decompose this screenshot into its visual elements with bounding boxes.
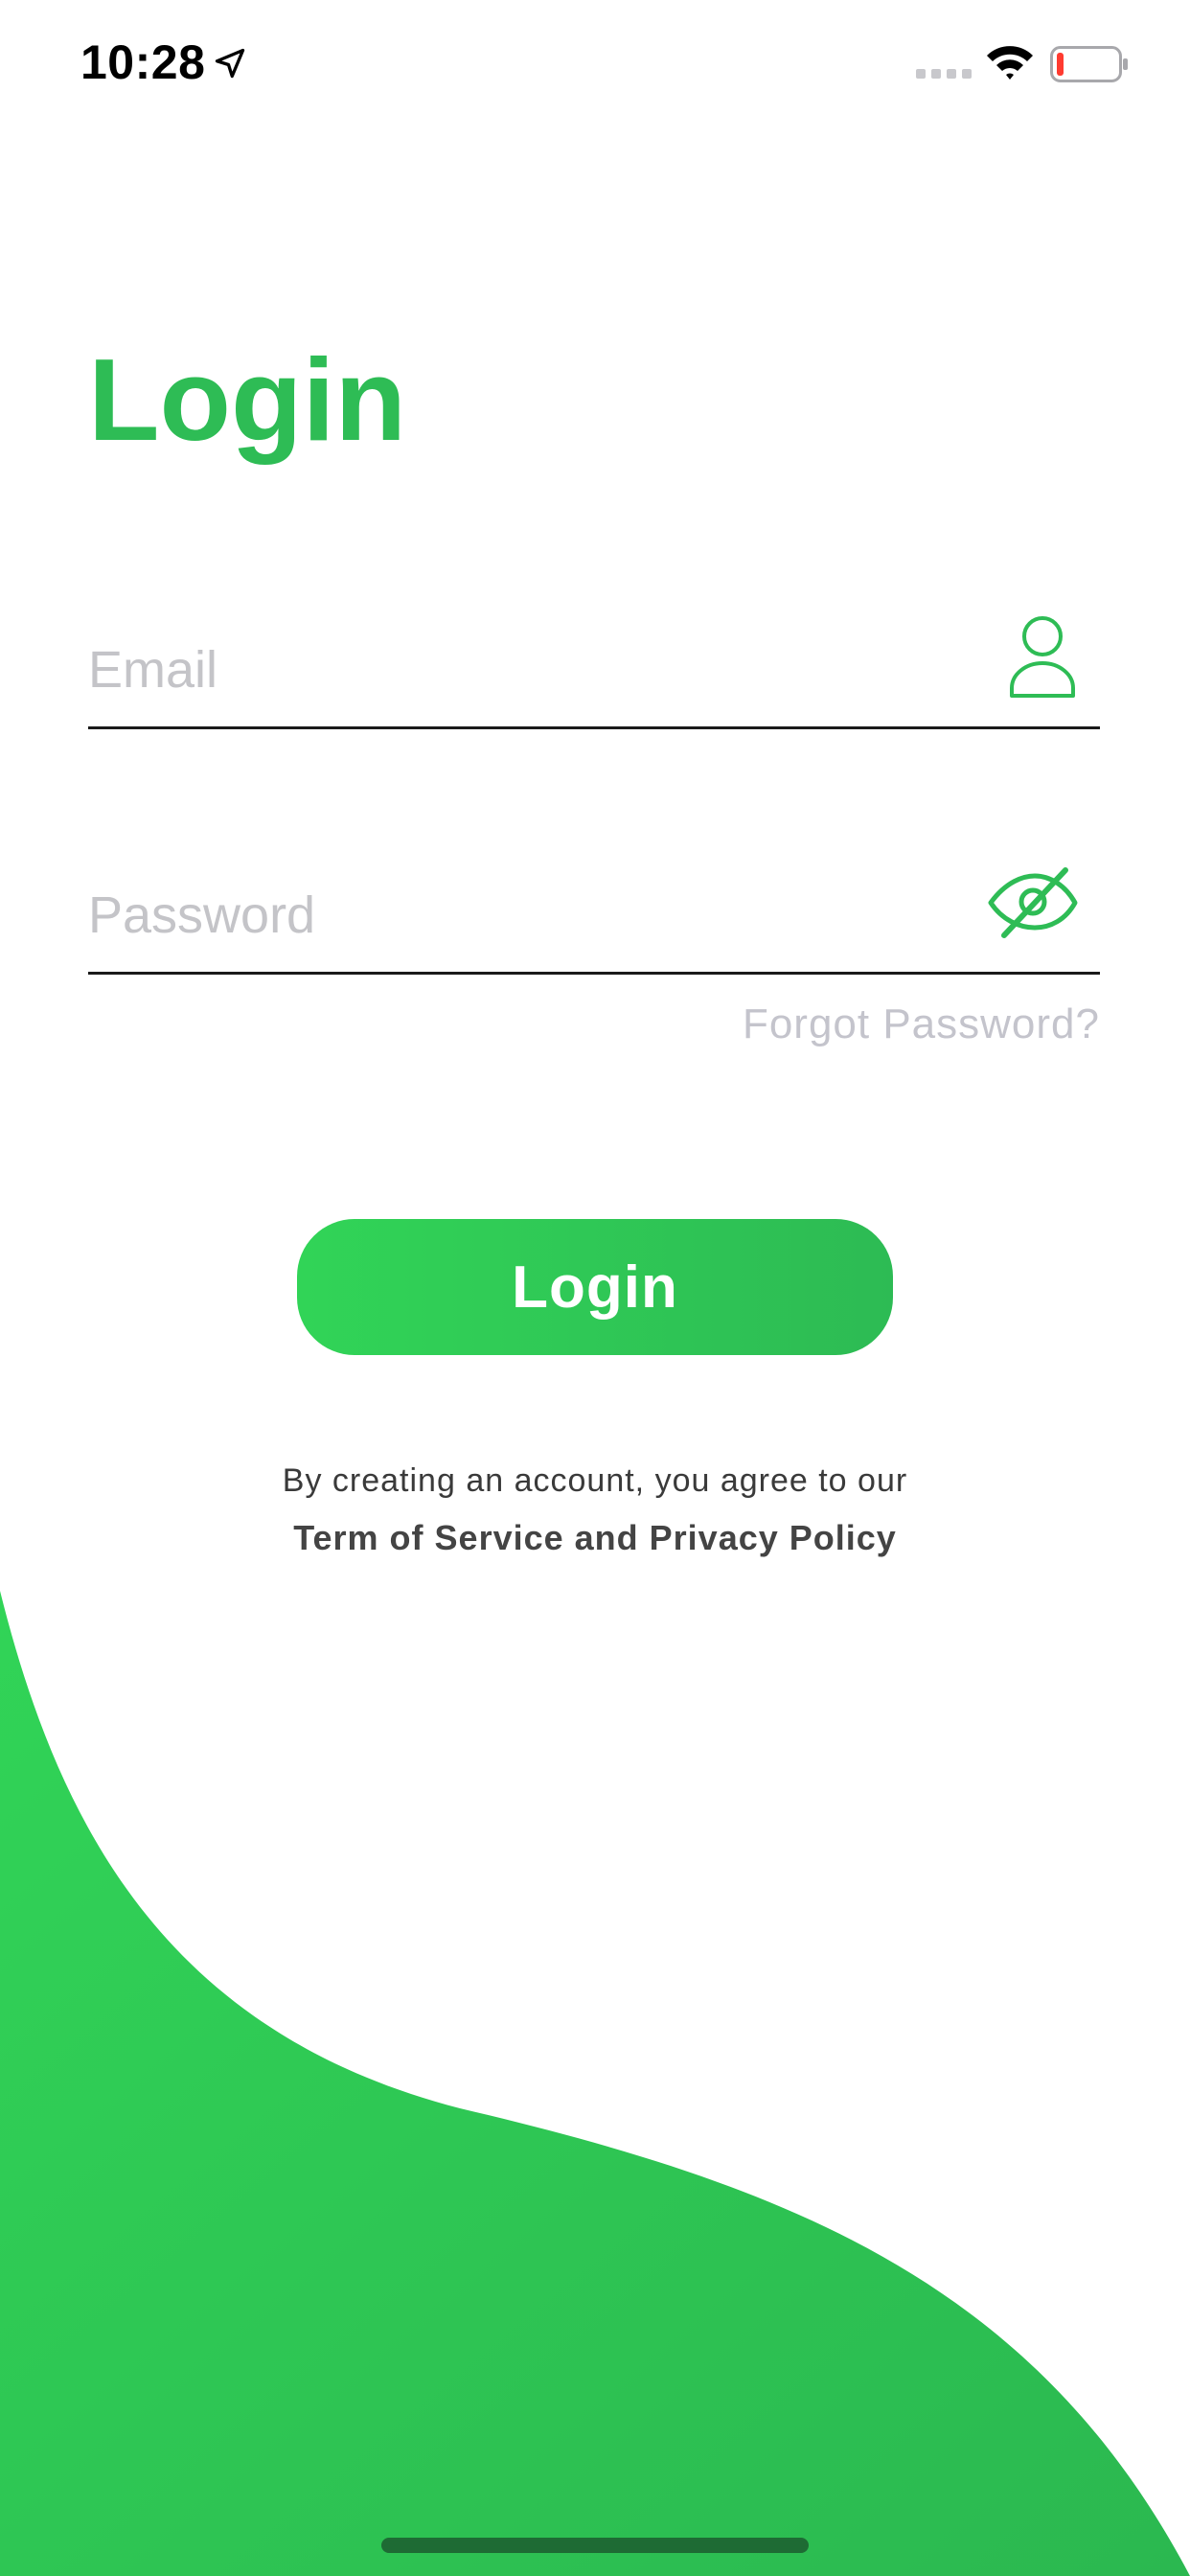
login-button[interactable]: Login [297,1219,893,1355]
home-indicator[interactable] [381,2538,809,2553]
email-field-container [88,602,1100,729]
password-input[interactable] [88,882,950,949]
password-field-container [88,847,1100,975]
user-icon [1010,616,1075,698]
forgot-password-link[interactable]: Forgot Password? [743,1000,1100,1048]
status-bar: 10:28 [0,0,1190,126]
wifi-icon [987,46,1033,80]
battery-low-icon [1050,46,1128,82]
status-time: 10:28 [80,35,206,89]
terms-prefix-text: By creating an account, you agree to our [282,1462,908,1499]
eye-slash-icon[interactable] [985,866,1081,939]
cellular-signal-icon [916,69,972,79]
email-input[interactable] [88,636,950,703]
terms-privacy-link[interactable]: Term of Service and Privacy Policy [0,1518,1190,1558]
location-arrow-icon [215,48,245,79]
page-title: Login [88,334,406,465]
